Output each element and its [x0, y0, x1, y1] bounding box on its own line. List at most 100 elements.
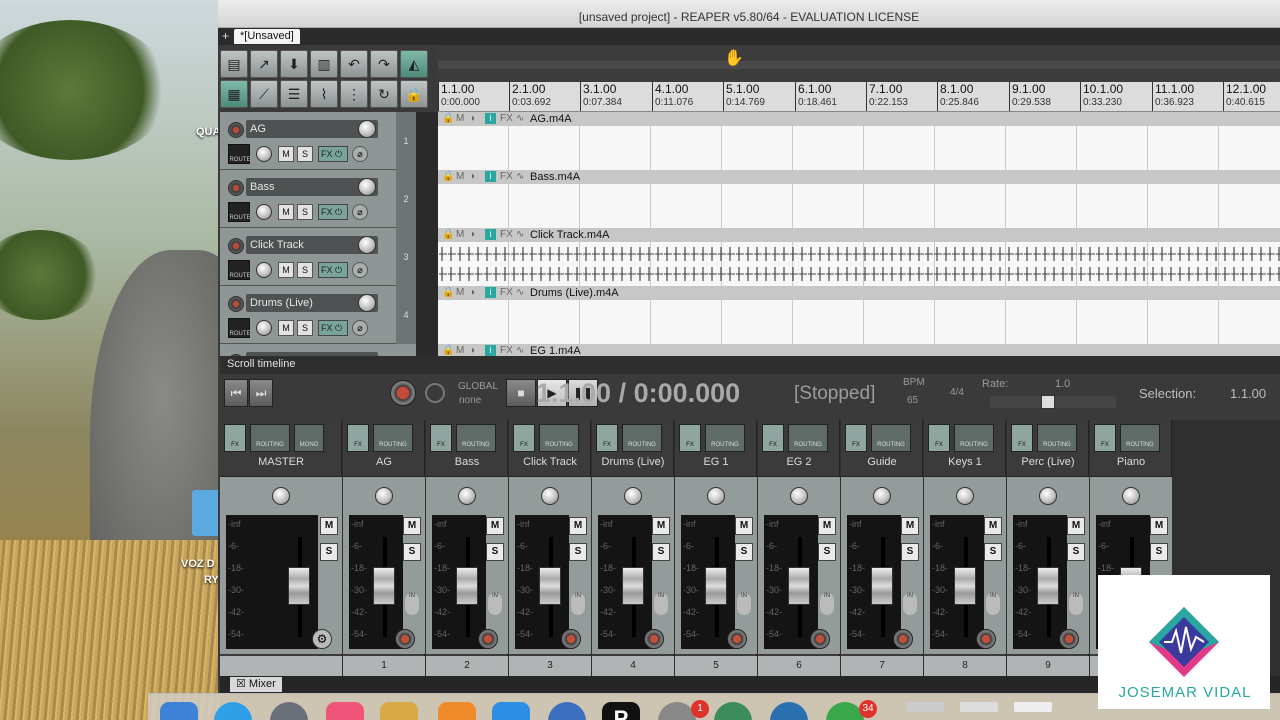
- browser-icon[interactable]: [548, 702, 586, 720]
- item-comment-icon[interactable]: ◗: [470, 229, 476, 240]
- p-app-icon[interactable]: P: [602, 702, 640, 720]
- media-item[interactable]: 🔒 M ◗ i FX ∿ EG 1.m4A: [438, 344, 1280, 356]
- strip-name[interactable]: Guide: [841, 456, 923, 468]
- scroll-timeline-bar[interactable]: Scroll timeline: [220, 356, 1280, 374]
- solo-button[interactable]: S: [901, 543, 919, 561]
- window-thumbnail-icon[interactable]: [960, 702, 998, 712]
- pan-knob[interactable]: [707, 487, 725, 505]
- volume-fader[interactable]: [1037, 567, 1059, 605]
- item-comment-icon[interactable]: ◗: [470, 113, 476, 124]
- position-readout[interactable]: 1.1.00 / 0:00.000: [536, 378, 740, 409]
- item-lock-icon[interactable]: 🔒: [442, 287, 454, 298]
- strip-name[interactable]: Drums (Live): [592, 456, 674, 468]
- envelope-icon[interactable]: ⌀: [352, 146, 368, 162]
- solo-button[interactable]: S: [818, 543, 836, 561]
- fx-button[interactable]: FX: [513, 424, 535, 452]
- volume-knob[interactable]: [358, 120, 376, 138]
- grid-icon[interactable]: ⋮: [340, 80, 368, 108]
- mute-button[interactable]: M: [901, 517, 919, 535]
- record-arm-button[interactable]: [228, 296, 244, 312]
- record-arm-button[interactable]: [976, 629, 996, 649]
- mute-button[interactable]: M: [984, 517, 1002, 535]
- solo-button[interactable]: S: [569, 543, 587, 561]
- pan-knob[interactable]: [873, 487, 891, 505]
- pan-knob[interactable]: [272, 487, 290, 505]
- mute-button[interactable]: M: [278, 262, 294, 278]
- mute-button[interactable]: M: [652, 517, 670, 535]
- record-arm-button[interactable]: [561, 629, 581, 649]
- routing-button[interactable]: ROUTING: [250, 424, 290, 452]
- gear-icon[interactable]: ⚙: [312, 629, 332, 649]
- mute-button[interactable]: M: [403, 517, 421, 535]
- safari-icon[interactable]: [214, 702, 252, 720]
- route-button[interactable]: ROUTE: [228, 144, 251, 164]
- routing-button[interactable]: ROUTING: [1037, 424, 1077, 452]
- ripple-edit-icon[interactable]: ⟋: [250, 80, 278, 108]
- input-monitor-button[interactable]: IN: [1069, 593, 1083, 615]
- mute-button[interactable]: M: [278, 204, 294, 220]
- record-arm-button[interactable]: [478, 629, 498, 649]
- window-thumbnail-icon[interactable]: [906, 702, 944, 712]
- input-monitor-button[interactable]: IN: [820, 593, 834, 615]
- solo-button[interactable]: S: [984, 543, 1002, 561]
- input-monitor-button[interactable]: IN: [903, 593, 917, 615]
- fx-button[interactable]: FX ⏻: [318, 320, 348, 336]
- media-item-header[interactable]: 🔒 M ◗ i FX ∿ Bass.m4A: [438, 170, 1280, 184]
- envelope-icon[interactable]: ⌀: [352, 320, 368, 336]
- record-arm-button[interactable]: [228, 238, 244, 254]
- item-envelope-icon[interactable]: ∿: [516, 171, 524, 182]
- project-settings-icon[interactable]: ▥: [310, 50, 338, 78]
- input-monitor-button[interactable]: IN: [571, 593, 585, 615]
- pan-knob[interactable]: [1039, 487, 1057, 505]
- strip-name[interactable]: Perc (Live): [1007, 456, 1089, 468]
- mixer-tab[interactable]: ☒ Mixer: [230, 677, 282, 692]
- media-item-header[interactable]: 🔒 M ◗ i FX ∿ Click Track.m4A: [438, 228, 1280, 242]
- pan-knob[interactable]: [375, 487, 393, 505]
- item-comment-icon[interactable]: ◗: [470, 171, 476, 182]
- rate-slider[interactable]: [990, 395, 1116, 409]
- mute-button[interactable]: M: [1150, 517, 1168, 535]
- grid-snap-icon[interactable]: ▦: [220, 80, 248, 108]
- redo-icon[interactable]: ↷: [370, 50, 398, 78]
- pan-knob[interactable]: [790, 487, 808, 505]
- rate-slider-thumb[interactable]: [1041, 395, 1055, 409]
- solo-button[interactable]: S: [403, 543, 421, 561]
- strip-name[interactable]: Bass: [426, 456, 508, 468]
- folder-icon[interactable]: [192, 490, 220, 536]
- media-item-body[interactable]: [438, 126, 1280, 170]
- envelope-icon[interactable]: ⌇: [310, 80, 338, 108]
- fx-button[interactable]: FX: [224, 424, 246, 452]
- media-item-header[interactable]: 🔒 M ◗ i FX ∿ EG 1.m4A: [438, 344, 1280, 356]
- solo-button[interactable]: S: [735, 543, 753, 561]
- record-arm-button[interactable]: [644, 629, 664, 649]
- item-mute-button[interactable]: M: [456, 229, 464, 240]
- mute-button[interactable]: M: [486, 517, 504, 535]
- fx-button[interactable]: FX: [596, 424, 618, 452]
- open-project-icon[interactable]: ↗: [250, 50, 278, 78]
- solo-button[interactable]: S: [1067, 543, 1085, 561]
- media-item[interactable]: 🔒 M ◗ i FX ∿ Bass.m4A: [438, 170, 1280, 228]
- solo-button[interactable]: S: [486, 543, 504, 561]
- pan-knob[interactable]: [624, 487, 642, 505]
- routing-button[interactable]: ROUTING: [954, 424, 994, 452]
- mute-button[interactable]: M: [735, 517, 753, 535]
- pan-knob[interactable]: [256, 146, 272, 162]
- pan-knob[interactable]: [458, 487, 476, 505]
- item-envelope-icon[interactable]: ∿: [516, 229, 524, 240]
- time-signature[interactable]: 4/4: [950, 387, 964, 398]
- repeat-icon[interactable]: [425, 383, 445, 403]
- track-header[interactable]: Bass ROUTE M S FX ⏻ ⌀ 2: [220, 170, 416, 228]
- routing-button[interactable]: ROUTING: [788, 424, 828, 452]
- metronome-icon[interactable]: ◭: [400, 50, 428, 78]
- solo-button[interactable]: S: [297, 262, 313, 278]
- input-monitor-button[interactable]: IN: [488, 593, 502, 615]
- contacts-icon[interactable]: [380, 702, 418, 720]
- route-button[interactable]: ROUTE: [228, 260, 251, 280]
- window-thumbnail-icon[interactable]: [1014, 702, 1052, 712]
- timeline-ruler[interactable]: 1.1.00 0:00.000 2.1.00 0:03.692 3.1.00 0:07…: [438, 82, 1280, 112]
- routing-button[interactable]: ROUTING: [1120, 424, 1160, 452]
- input-monitor-button[interactable]: IN: [737, 593, 751, 615]
- finder-icon[interactable]: [160, 702, 198, 720]
- routing-button[interactable]: ROUTING: [871, 424, 911, 452]
- media-item-header[interactable]: 🔒 M ◗ i FX ∿ Drums (Live).m4A: [438, 286, 1280, 300]
